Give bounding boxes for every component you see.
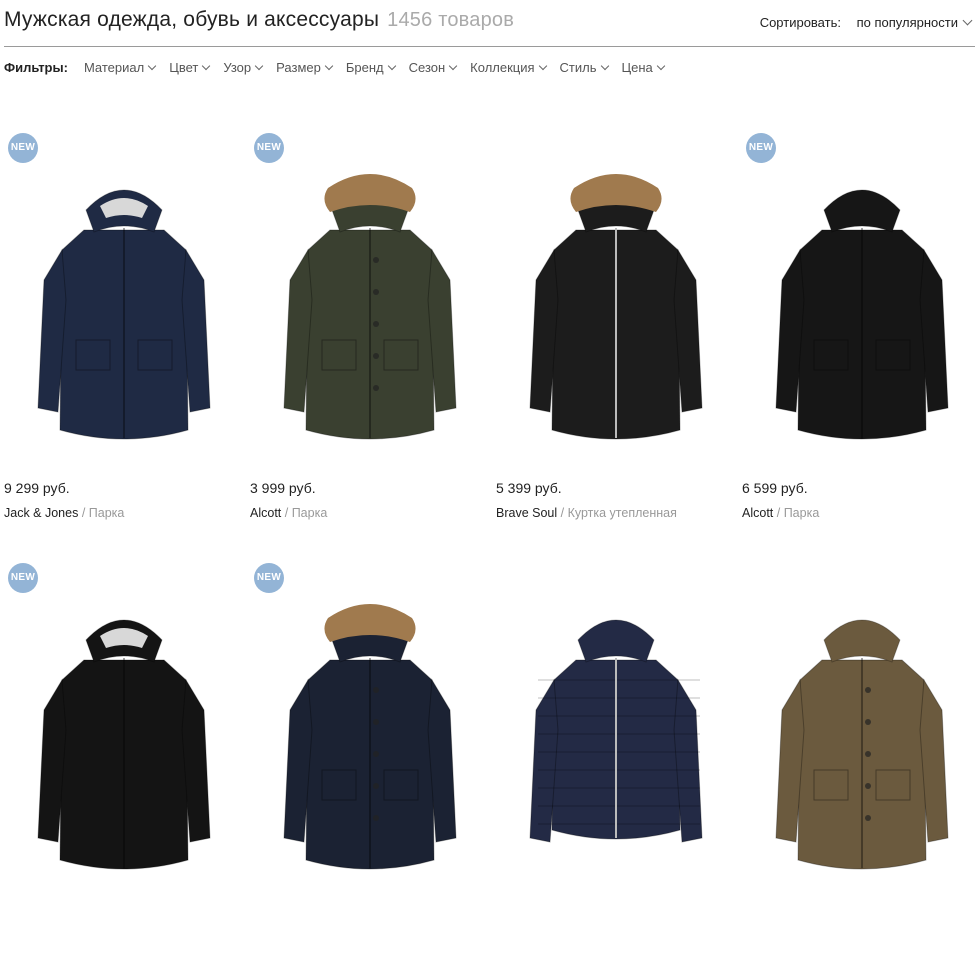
product-price: 9 299 руб. (4, 480, 70, 496)
filter-label: Цена (621, 60, 653, 75)
filter-label: Сезон (408, 60, 446, 75)
meta-separator: / (78, 506, 89, 520)
sort-control: Сортировать: по популярности (759, 15, 973, 30)
product-brand[interactable]: Alcott (742, 506, 773, 520)
product-brand[interactable]: Alcott (250, 506, 281, 520)
black-long-parka-image[interactable] (4, 580, 244, 900)
khaki-field-jacket-image[interactable] (742, 580, 975, 900)
product-category[interactable]: Куртка утепленная (568, 506, 677, 520)
chevron-down-icon (656, 61, 666, 71)
page-title: Мужская одежда, обувь и аксессуары 1456 т… (4, 8, 514, 32)
meta-separator: / (557, 506, 568, 520)
meta-separator: / (281, 506, 292, 520)
black-parka-image[interactable] (742, 150, 975, 470)
product-meta: Brave Soul / Куртка утепленная (496, 506, 677, 520)
product-brand[interactable]: Brave Soul (496, 506, 557, 520)
chevron-down-icon (147, 61, 157, 71)
filter-style[interactable]: Стиль (559, 60, 609, 75)
black-zip-jacket-image (529, 174, 703, 440)
navy-parka-image[interactable] (4, 150, 244, 470)
olive-fur-parka-image[interactable] (250, 150, 490, 470)
chevron-down-icon (324, 61, 334, 71)
chevron-down-icon (448, 61, 458, 71)
filter-color[interactable]: Цвет (169, 60, 211, 75)
olive-fur-parka-image (283, 174, 457, 440)
product-category[interactable]: Парка (784, 506, 820, 520)
filter-size[interactable]: Размер (276, 60, 334, 75)
navy-fur-parka-image (283, 604, 457, 870)
filter-material[interactable]: Материал (83, 60, 157, 75)
product-category[interactable]: Парка (292, 506, 328, 520)
filter-label: Цвет (169, 60, 199, 75)
new-badge: NEW (8, 563, 38, 593)
navy-puffer-jacket-image (529, 619, 703, 843)
page-title-text: Мужская одежда, обувь и аксессуары (4, 8, 380, 31)
filter-brand[interactable]: Бренд (345, 60, 396, 75)
product-price: 5 399 руб. (496, 480, 562, 496)
product-brand[interactable]: Jack & Jones (4, 506, 78, 520)
filter-label: Бренд (345, 60, 384, 75)
new-badge: NEW (254, 133, 284, 163)
chevron-down-icon (962, 15, 973, 26)
product-card[interactable]: NEW 9 299 руб. Jack & Jones / Парка (4, 130, 244, 550)
new-badge: NEW (254, 563, 284, 593)
filter-label: Стиль (559, 60, 597, 75)
filter-label: Коллекция (470, 60, 535, 75)
product-meta: Alcott / Парка (742, 506, 819, 520)
page-header: Мужская одежда, обувь и аксессуары 1456 т… (4, 6, 975, 47)
chevron-down-icon (202, 61, 211, 71)
product-card[interactable]: NEW 6 599 руб. Alcott / Парка (742, 130, 975, 550)
sort-label: Сортировать: (759, 15, 841, 30)
filter-season[interactable]: Сезон (408, 60, 458, 75)
product-card[interactable]: 5 399 руб. Brave Soul / Куртка утепленна… (496, 130, 736, 550)
filters-label: Фильтры: (4, 60, 68, 75)
product-count: 1456 товаров (387, 9, 515, 31)
chevron-down-icon (254, 61, 264, 71)
chevron-down-icon (600, 61, 609, 71)
chevron-down-icon (387, 61, 396, 71)
filter-collection[interactable]: Коллекция (470, 60, 547, 75)
product-card[interactable]: NEW 3 999 руб. Alcott / Парка (250, 130, 490, 550)
navy-puffer-jacket-image[interactable] (496, 580, 736, 900)
filter-label: Узор (223, 60, 252, 75)
khaki-field-jacket-image (775, 619, 949, 870)
product-meta: Jack & Jones / Парка (4, 506, 124, 520)
navy-parka-image (37, 189, 211, 440)
product-category[interactable]: Парка (89, 506, 125, 520)
chevron-down-icon (538, 61, 547, 71)
black-zip-jacket-image[interactable] (496, 150, 736, 470)
filter-label: Материал (83, 60, 145, 75)
product-price: 3 999 руб. (250, 480, 316, 496)
product-card[interactable]: NEW (4, 560, 244, 980)
meta-separator: / (773, 506, 784, 520)
filter-price[interactable]: Цена (621, 60, 666, 75)
product-card[interactable]: NEW (250, 560, 490, 980)
navy-fur-parka-image[interactable] (250, 580, 490, 900)
sort-dropdown[interactable]: по популярности (856, 15, 973, 30)
filter-pattern[interactable]: Узор (223, 60, 264, 75)
product-price: 6 599 руб. (742, 480, 808, 496)
product-card[interactable] (742, 560, 975, 980)
new-badge: NEW (8, 133, 38, 163)
black-parka-image (775, 189, 949, 440)
black-long-parka-image (37, 619, 211, 870)
filter-label: Размер (276, 60, 321, 75)
product-card[interactable] (496, 560, 736, 980)
product-meta: Alcott / Парка (250, 506, 327, 520)
sort-value: по популярности (856, 15, 958, 30)
new-badge: NEW (746, 133, 776, 163)
filters-bar: Фильтры: Материал Цвет Узор Размер Бренд Сезон… (4, 60, 678, 80)
